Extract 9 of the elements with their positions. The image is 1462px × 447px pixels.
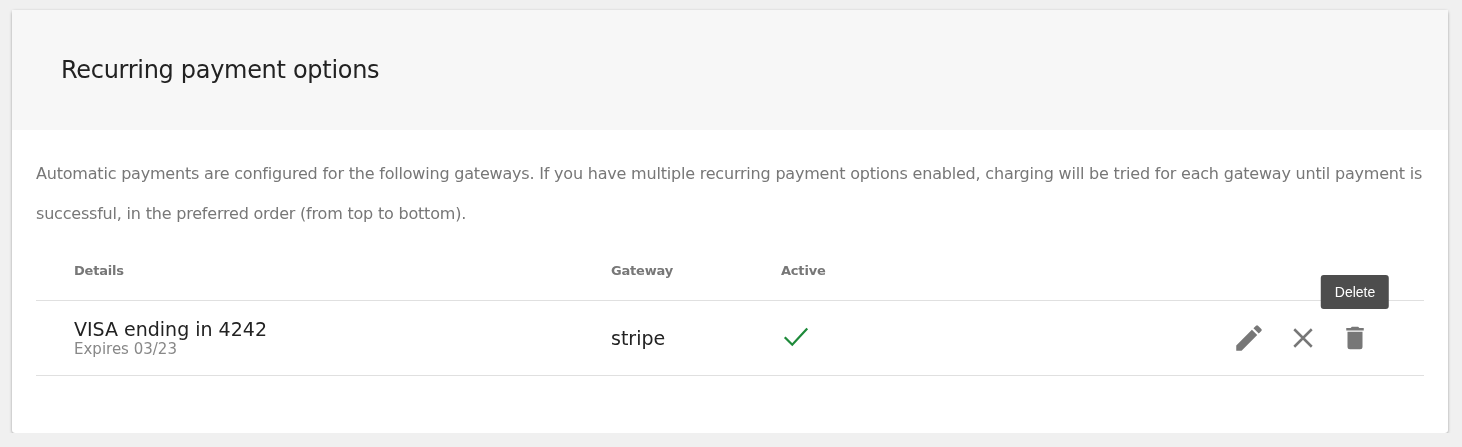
tooltip: Delete: [1320, 275, 1390, 309]
gateway-name: stripe: [611, 327, 667, 349]
column-header: Details: [73, 263, 125, 278]
card-details: VISA ending in 4242: [74, 318, 268, 340]
card-title: Recurring payment options: [61, 56, 380, 84]
expiry-date: Expires 03/23: [74, 340, 178, 358]
column-header: Gateway: [611, 263, 674, 278]
column-header: Active: [781, 263, 827, 278]
description-text: Automatic payments are configured for the following gateways. If you have multiple recurring payment options enabled, charging will be tried for each gateway until payment is successful, in the preferred order (from top to bottom).: [36, 163, 1424, 225]
